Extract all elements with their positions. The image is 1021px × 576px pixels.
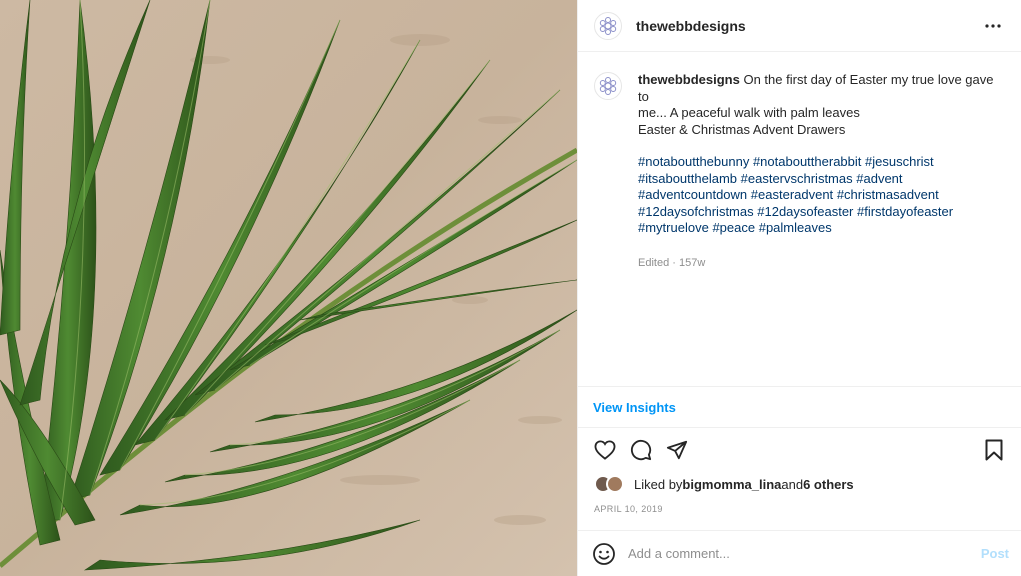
hashtag-link[interactable]: #mytruelove bbox=[638, 220, 709, 235]
hashtag-link[interactable]: #adventcountdown bbox=[638, 187, 747, 202]
comment-bar: Post bbox=[578, 530, 1021, 576]
send-icon bbox=[666, 440, 688, 460]
edited-timestamp[interactable]: Edited · 157w bbox=[638, 255, 1005, 272]
caption-text-3: Easter & Christmas Advent Drawers bbox=[638, 121, 846, 137]
share-button[interactable] bbox=[664, 437, 690, 463]
post-image bbox=[0, 0, 577, 576]
hashtag-line: #adventcountdown #easteradvent #christma… bbox=[638, 187, 1005, 204]
caption-username[interactable]: thewebbdesigns bbox=[638, 72, 740, 87]
likes-summary: Liked by bigmomma_lina and 6 others bbox=[594, 474, 1005, 494]
insights-bar: View Insights bbox=[578, 386, 1021, 428]
post-detail-panel: thewebbdesigns thewebbdesigns On the fir… bbox=[577, 0, 1021, 576]
avatar[interactable] bbox=[594, 11, 622, 40]
hashtag-link[interactable]: #12daysofeaster bbox=[757, 204, 853, 219]
caption-section: thewebbdesigns On the first day of Easte… bbox=[578, 52, 1021, 386]
hashtag-list: #notaboutthebunny #notabouttherabbit #je… bbox=[638, 154, 1005, 237]
liker-avatars bbox=[594, 474, 628, 494]
post-date[interactable]: APRIL 10, 2019 bbox=[594, 504, 663, 514]
post-caption: thewebbdesigns On the first day of Easte… bbox=[638, 72, 1005, 386]
avatar[interactable] bbox=[606, 475, 624, 493]
hashtag-link[interactable]: #christmasadvent bbox=[837, 187, 939, 202]
like-button[interactable] bbox=[592, 437, 618, 463]
hashtag-link[interactable]: #notabouttherabbit bbox=[753, 154, 861, 169]
caption-avatar[interactable] bbox=[594, 72, 622, 100]
view-insights-link[interactable]: View Insights bbox=[593, 400, 676, 415]
post-header: thewebbdesigns bbox=[578, 0, 1021, 52]
likes-middle: and bbox=[781, 476, 804, 492]
bookmark-icon bbox=[985, 439, 1003, 461]
header-username[interactable]: thewebbdesigns bbox=[636, 18, 746, 34]
more-options-button[interactable] bbox=[981, 14, 1005, 38]
likes-prefix: Liked by bbox=[634, 476, 683, 492]
post-comment-button[interactable]: Post bbox=[981, 546, 1009, 561]
hashtag-line: #mytruelove #peace #palmleaves bbox=[638, 220, 1005, 237]
snowflake-logo-icon bbox=[599, 77, 617, 95]
action-bar bbox=[592, 436, 1007, 464]
hashtag-link[interactable]: #easteradvent bbox=[751, 187, 833, 202]
hashtag-link[interactable]: #advent bbox=[856, 171, 902, 186]
caption-text-2: me... A peaceful walk with palm leaves bbox=[638, 105, 860, 120]
hashtag-link[interactable]: #notaboutthebunny bbox=[638, 154, 749, 169]
emoji-icon[interactable] bbox=[592, 542, 616, 566]
snowflake-logo-icon bbox=[599, 16, 617, 35]
hashtag-link[interactable]: #palmleaves bbox=[759, 220, 832, 235]
comment-button[interactable] bbox=[628, 437, 654, 463]
likes-others-link[interactable]: 6 others bbox=[803, 477, 854, 492]
hashtag-link[interactable]: #itsaboutthelamb bbox=[638, 171, 737, 186]
hashtag-link[interactable]: #firstdayofeaster bbox=[857, 204, 953, 219]
hashtag-line: #12daysofchristmas #12daysofeaster #firs… bbox=[638, 204, 1005, 221]
more-horizontal-icon bbox=[985, 23, 1001, 28]
hashtag-link[interactable]: #peace bbox=[712, 220, 755, 235]
hashtag-line: #itsaboutthelamb #eastervschristmas #adv… bbox=[638, 171, 1005, 188]
hashtag-link[interactable]: #jesuschrist bbox=[865, 154, 934, 169]
comment-input[interactable] bbox=[628, 546, 981, 561]
save-button[interactable] bbox=[981, 437, 1007, 463]
hashtag-link[interactable]: #eastervschristmas bbox=[741, 171, 853, 186]
comment-icon bbox=[630, 439, 652, 461]
palm-leaf-photo bbox=[0, 0, 577, 576]
hashtag-line: #notaboutthebunny #notabouttherabbit #je… bbox=[638, 154, 1005, 171]
hashtag-link[interactable]: #12daysofchristmas bbox=[638, 204, 754, 219]
liker-username[interactable]: bigmomma_lina bbox=[682, 477, 781, 492]
heart-icon bbox=[594, 440, 616, 460]
caption-line-1: thewebbdesigns On the first day of Easte… bbox=[638, 72, 1005, 105]
